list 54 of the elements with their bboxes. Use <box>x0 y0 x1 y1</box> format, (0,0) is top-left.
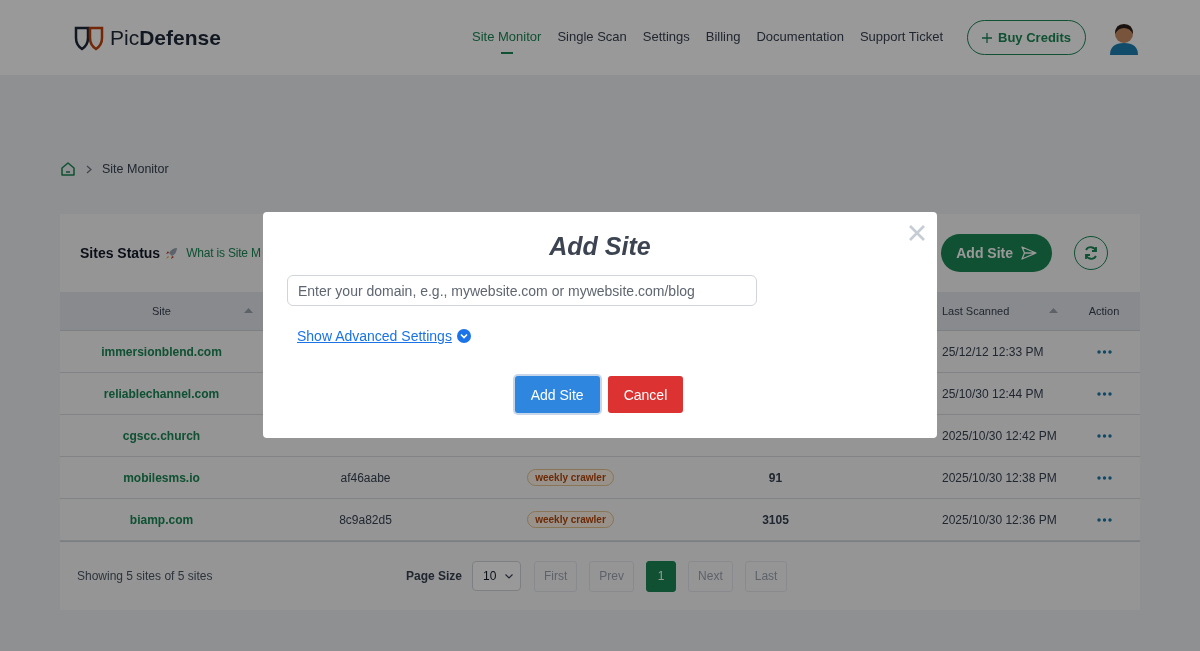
rocket-icon <box>165 246 179 260</box>
more-icon[interactable] <box>1096 475 1112 480</box>
add-site-button[interactable]: Add Site <box>941 234 1052 272</box>
chevron-circle-icon[interactable] <box>456 329 471 343</box>
more-icon[interactable] <box>1096 517 1112 522</box>
modal-title: Add Site <box>549 232 651 261</box>
help-link[interactable]: What is Site M <box>186 246 261 260</box>
count-cell: 91 <box>768 470 783 485</box>
column-header[interactable]: Site <box>152 305 171 317</box>
add-site-button[interactable]: Add Site <box>514 376 600 413</box>
card-title: Sites Status <box>80 245 161 261</box>
page-size-select[interactable]: 10 <box>472 561 522 591</box>
site-link[interactable]: mobilesms.io <box>123 470 200 485</box>
last-scanned-cell: 2025/10/30 12:38 PM <box>942 470 1057 485</box>
last-scanned-cell: 2025/10/30 12:42 PM <box>942 428 1057 443</box>
last-scanned-cell: 25/12/12 12:33 PM <box>942 344 1044 359</box>
nav-link[interactable]: Site Monitor <box>472 23 542 52</box>
nav-link[interactable]: Settings <box>642 23 690 52</box>
refresh-icon <box>1083 245 1099 261</box>
summary-text: Showing 5 sites of 5 sites <box>77 569 214 583</box>
site-link[interactable]: reliablechannel.com <box>103 386 220 401</box>
type-badge: weekly crawler <box>527 511 614 528</box>
breadcrumb-current: Site Monitor <box>102 162 169 176</box>
column-header[interactable]: Last Scanned <box>942 305 1010 317</box>
hash-cell: 8c9a82d5 <box>339 512 392 527</box>
site-link[interactable]: biamp.com <box>129 512 194 527</box>
type-badge: weekly crawler <box>527 469 614 486</box>
nav-link[interactable]: Support Ticket <box>859 23 944 52</box>
buy-credits-button[interactable]: Buy Credits <box>967 20 1086 55</box>
site-link[interactable]: immersionblend.com <box>101 344 222 359</box>
logo-text[interactable]: PicDefense <box>110 25 221 50</box>
plus-icon <box>982 32 993 43</box>
send-icon <box>1021 246 1037 260</box>
domain-input[interactable]: Enter your domain, e.g., mywebsite.com or mywebsite.com/blog <box>287 275 757 306</box>
hash-cell: af46aabe <box>340 470 391 485</box>
chevron-down-icon <box>505 573 514 579</box>
more-icon[interactable] <box>1096 391 1112 396</box>
page-size-label: Page Size <box>406 569 463 583</box>
nav-link[interactable]: Single Scan <box>557 23 627 52</box>
advanced-settings-link[interactable]: Show Advanced Settings <box>297 328 452 344</box>
chevron-right-icon <box>86 164 92 174</box>
column-header[interactable]: Action <box>1088 305 1120 317</box>
shield-logo-icon <box>74 24 104 51</box>
home-icon[interactable] <box>60 161 76 177</box>
more-icon[interactable] <box>1096 433 1112 438</box>
nav-link[interactable]: Billing <box>705 23 741 52</box>
count-cell: 3105 <box>762 512 789 527</box>
last-scanned-cell: 2025/10/30 12:36 PM <box>942 512 1057 527</box>
last-scanned-cell: 25/10/30 12:44 PM <box>942 386 1044 401</box>
more-icon[interactable] <box>1096 349 1112 354</box>
cancel-button[interactable]: Cancel <box>607 376 684 413</box>
site-link[interactable]: cgscc.church <box>122 428 201 443</box>
page-button[interactable]: 1 <box>646 560 677 592</box>
nav-link[interactable]: Documentation <box>756 23 844 52</box>
